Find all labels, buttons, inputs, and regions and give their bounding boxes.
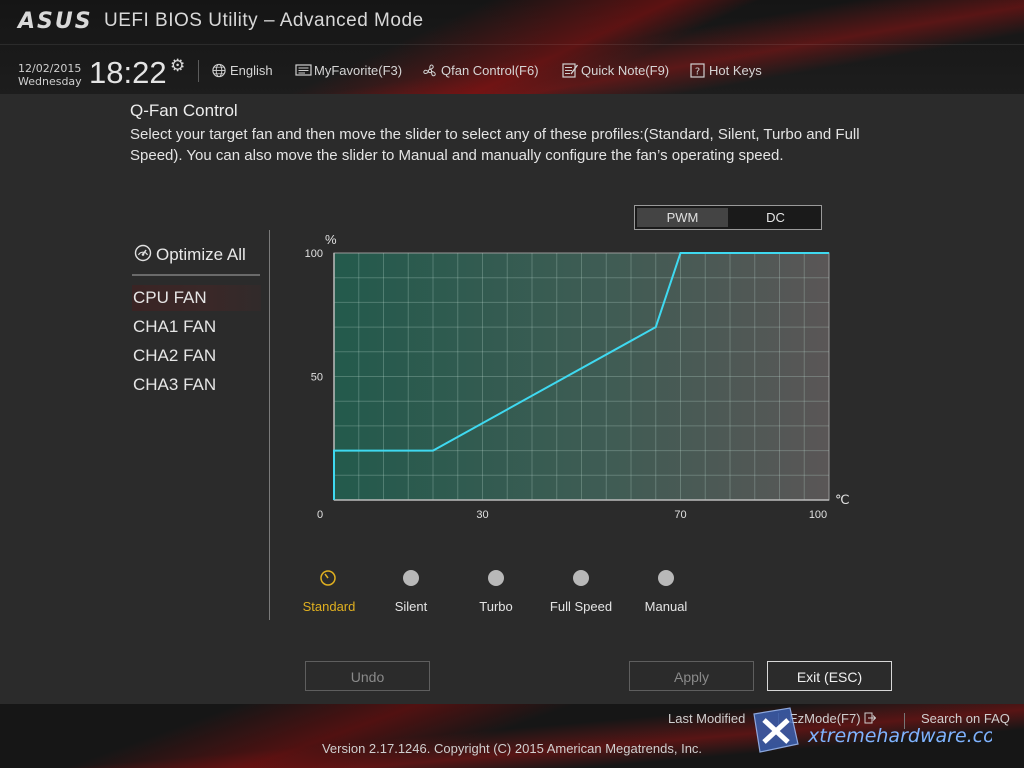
apply-button[interactable]: Apply (629, 661, 754, 691)
profile-dial[interactable] (573, 570, 589, 586)
watermark-logo: xtremehardware.com (753, 707, 992, 753)
watermark-text: xtremehardware.com (807, 725, 992, 747)
y-axis-label: % (325, 232, 337, 247)
profile-dial[interactable] (488, 570, 504, 586)
y-tick-label: 100 (305, 248, 323, 260)
fan-curve-chart[interactable]: % ℃ 50 100 0 30 70 100 Standard Silent Turbo Fu… (0, 0, 1024, 768)
profile-label-silent[interactable]: Silent (395, 599, 428, 614)
profile-label-manual[interactable]: Manual (645, 599, 688, 614)
last-modified-button[interactable]: Last Modified (668, 711, 745, 726)
profile-label-full-speed[interactable]: Full Speed (550, 599, 612, 614)
profile-label-turbo[interactable]: Turbo (479, 599, 512, 614)
x-tick-label: 100 (809, 509, 827, 521)
y-tick-label: 50 (311, 372, 323, 384)
profile-dial[interactable] (403, 570, 419, 586)
x-axis-label: ℃ (835, 492, 850, 507)
undo-button[interactable]: Undo (305, 661, 430, 691)
x-tick-label: 70 (674, 509, 686, 521)
profile-dial[interactable] (658, 570, 674, 586)
profile-label-standard[interactable]: Standard (303, 599, 356, 614)
exit-button[interactable]: Exit (ESC) (767, 661, 892, 691)
chart-grid (334, 253, 829, 500)
x-tick-label: 0 (317, 509, 323, 521)
x-tick-label: 30 (476, 509, 488, 521)
